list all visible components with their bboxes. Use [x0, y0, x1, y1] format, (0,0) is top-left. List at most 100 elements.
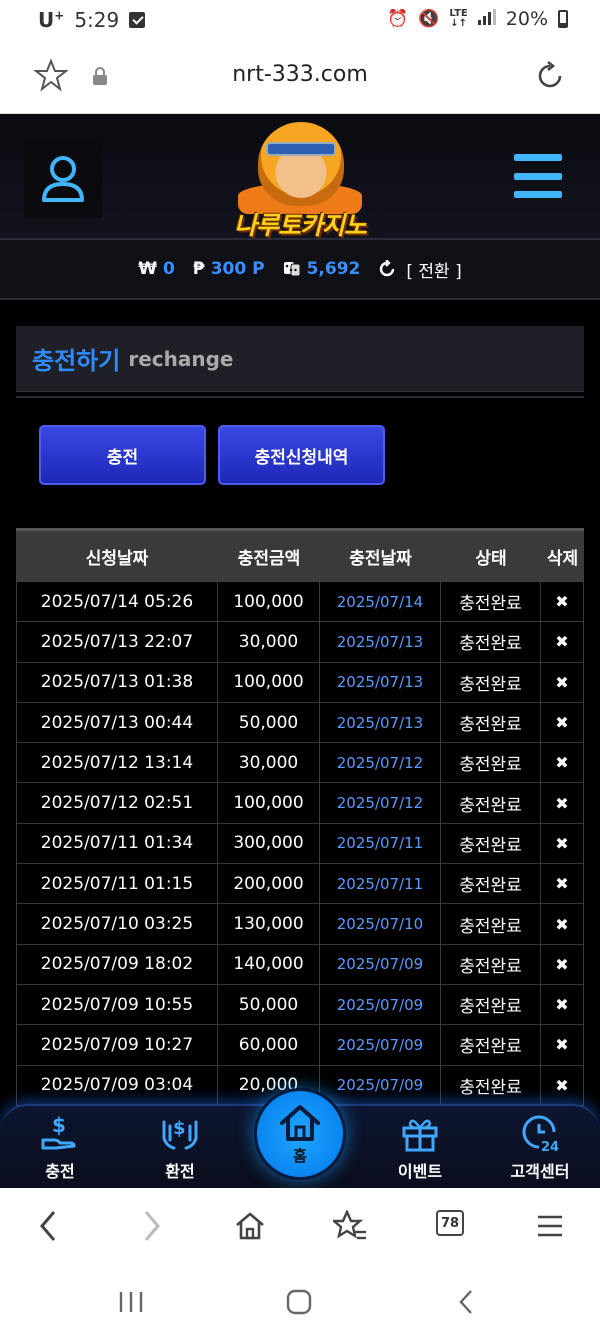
point-balance: ₱ 300 P	[193, 259, 265, 279]
clock: 5:29	[74, 8, 120, 32]
mute-icon: 🔇	[418, 9, 440, 29]
nav-charge[interactable]: $ 충전	[12, 1114, 108, 1182]
cell-amount: 50,000	[218, 702, 320, 743]
delete-icon[interactable]: ✖	[541, 984, 584, 1025]
switch-button[interactable]: [ 전환 ]	[406, 257, 461, 282]
cell-status: 충전완료	[441, 904, 541, 944]
cell-amount: 100,000	[218, 662, 320, 702]
delete-icon[interactable]: ✖	[541, 944, 584, 984]
cell-charged-date: 2025/07/10	[320, 904, 441, 944]
nav-event[interactable]: 이벤트	[372, 1114, 468, 1182]
cell-status: 충전완료	[441, 864, 541, 904]
svg-text:$: $	[173, 1118, 186, 1139]
cell-requested-date: 2025/07/10 03:25	[16, 904, 218, 944]
nav-home[interactable]: 홈	[254, 1088, 346, 1180]
cell-charged-date: 2025/07/09	[320, 1025, 441, 1065]
back-button[interactable]	[30, 1208, 66, 1244]
header-amount: 충전금액	[237, 549, 301, 569]
cell-amount: 30,000	[218, 743, 320, 783]
delete-icon[interactable]: ✖	[541, 662, 584, 702]
cell-charged-date: 2025/07/11	[320, 823, 441, 864]
table-row: 2025/07/09 10:55 50,000 2025/07/09 충전완료 ✖	[16, 984, 584, 1026]
table-row: 2025/07/09 18:02 140,000 2025/07/09 충전완료 ✖	[16, 944, 584, 985]
chevron-left-icon	[40, 1211, 56, 1241]
user-account-button[interactable]	[24, 140, 102, 218]
header-requested-date: 신청날짜	[85, 549, 149, 569]
delete-icon[interactable]: ✖	[541, 864, 584, 904]
page-title: 충전하기	[32, 347, 121, 375]
status-bar: U+ 5:29 ⏰ 🔇 LTE ↓↑ 20%	[0, 0, 600, 40]
nav-support[interactable]: 24 고객센터	[492, 1114, 588, 1182]
cell-requested-date: 2025/07/13 01:38	[16, 662, 218, 702]
delete-icon[interactable]: ✖	[541, 582, 584, 622]
cell-status: 충전완료	[441, 823, 541, 864]
header-status: 상태	[475, 549, 507, 569]
browser-menu-button[interactable]	[532, 1208, 568, 1244]
battery-percent: 20%	[505, 8, 548, 30]
refresh-icon[interactable]	[378, 260, 396, 278]
table-row: 2025/07/13 00:44 50,000 2025/07/13 충전완료 ✖	[16, 702, 584, 744]
won-balance: ₩ 0	[138, 259, 175, 279]
forward-button[interactable]	[134, 1208, 170, 1244]
cell-status: 충전완료	[441, 1065, 541, 1105]
chevron-right-icon	[144, 1211, 160, 1241]
logo-text: 나루토카지노	[233, 211, 367, 240]
chip-value: 5,692	[306, 259, 361, 279]
delete-icon[interactable]: ✖	[541, 622, 584, 662]
browser-url-bar: nrt-333.com	[0, 40, 600, 114]
divider	[16, 396, 584, 398]
table-row: 2025/07/11 01:34 300,000 2025/07/11 충전완료 ✖	[16, 823, 584, 865]
cell-amount: 30,000	[218, 622, 320, 662]
cell-charged-date: 2025/07/13	[320, 662, 441, 702]
cell-charged-date: 2025/07/13	[320, 702, 441, 743]
delete-icon[interactable]: ✖	[541, 823, 584, 864]
delete-icon[interactable]: ✖	[541, 1025, 584, 1065]
bookmarks-button[interactable]	[332, 1208, 368, 1244]
home-button[interactable]	[232, 1208, 268, 1244]
charge-button[interactable]: 충전	[39, 425, 206, 485]
header-charged-date: 충전날짜	[349, 549, 412, 569]
back-nav-icon[interactable]	[456, 1288, 476, 1316]
menu-bar-icon	[514, 172, 562, 180]
home-nav-icon[interactable]	[285, 1288, 313, 1316]
delete-icon[interactable]: ✖	[541, 783, 584, 823]
cell-requested-date: 2025/07/13 22:07	[16, 622, 218, 662]
cell-amount: 200,000	[218, 864, 320, 904]
exchange-hands-icon: $	[162, 1118, 198, 1150]
cell-requested-date: 2025/07/09 10:27	[16, 1025, 218, 1065]
reload-icon[interactable]	[534, 60, 566, 92]
cell-status: 충전완료	[441, 622, 541, 662]
cell-requested-date: 2025/07/12 02:51	[16, 783, 218, 823]
table-body: 2025/07/14 05:26 100,000 2025/07/14 충전완료 ✖ 20…	[16, 582, 584, 1106]
cell-charged-date: 2025/07/14	[320, 582, 441, 622]
delete-icon[interactable]: ✖	[541, 702, 584, 743]
chip-balance: 5,692	[283, 259, 361, 279]
support-24h-icon: 24	[522, 1115, 559, 1152]
cell-amount: 130,000	[218, 904, 320, 944]
cell-requested-date: 2025/07/09 03:04	[16, 1065, 218, 1105]
tabs-button[interactable]: 78	[436, 1210, 464, 1236]
cell-requested-date: 2025/07/11 01:15	[16, 864, 218, 904]
cell-charged-date: 2025/07/13	[320, 622, 441, 662]
charge-history-button[interactable]: 충전신청내역	[218, 425, 385, 485]
cell-status: 충전완료	[441, 1025, 541, 1065]
delete-icon[interactable]: ✖	[541, 743, 584, 783]
header-delete: 삭제	[546, 549, 579, 569]
nav-exchange[interactable]: $ 환전	[132, 1114, 228, 1182]
cell-requested-date: 2025/07/09 10:55	[16, 984, 218, 1025]
menu-bar-icon	[514, 191, 562, 198]
recent-apps-icon[interactable]	[118, 1290, 144, 1314]
cell-amount: 100,000	[218, 582, 320, 622]
menu-icon	[538, 1215, 562, 1237]
site-logo[interactable]: 나루토카지노	[210, 118, 390, 240]
table-row: 2025/07/10 03:25 130,000 2025/07/10 충전완료 ✖	[16, 904, 584, 945]
android-nav-bar	[0, 1264, 600, 1338]
cell-charged-date: 2025/07/11	[320, 864, 441, 904]
delete-icon[interactable]: ✖	[541, 904, 584, 944]
url-text[interactable]: nrt-333.com	[0, 62, 600, 87]
network-type: LTE ↓↑	[449, 8, 468, 29]
delete-icon[interactable]: ✖	[541, 1065, 584, 1105]
point-value: 300 P	[210, 259, 265, 279]
hamburger-menu-button[interactable]	[514, 154, 562, 198]
gift-icon	[402, 1119, 438, 1152]
